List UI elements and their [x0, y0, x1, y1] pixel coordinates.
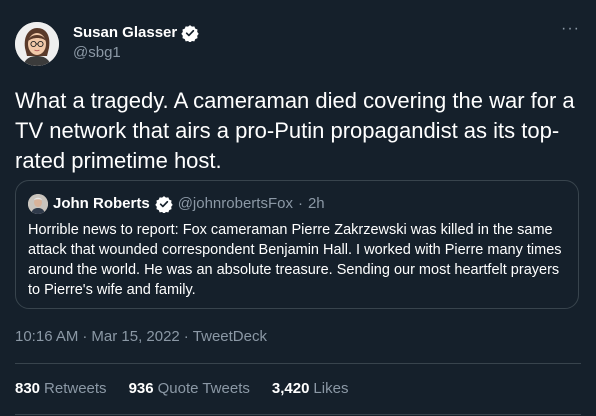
quoted-dot-separator: · — [297, 195, 303, 212]
quoted-verified-badge-icon — [154, 195, 173, 214]
quoted-author-name: John Roberts — [53, 195, 150, 212]
retweets-label: Retweets — [44, 380, 107, 397]
author-avatar[interactable] — [15, 22, 59, 66]
divider — [15, 363, 581, 364]
verified-badge-icon — [181, 24, 199, 43]
likes-count: 3,420 — [271, 380, 310, 397]
tweet-text: What a tragedy. A cameraman died coverin… — [15, 88, 575, 173]
quote-tweets-label: Quote Tweets — [157, 380, 250, 397]
quote-tweets-count: 936 — [128, 380, 154, 397]
author-handle[interactable]: @sbg1 — [73, 43, 199, 63]
author-name-row: Susan Glasser — [73, 23, 199, 43]
tweet-source[interactable]: TweetDeck — [193, 328, 267, 345]
likes-label: Likes — [313, 380, 349, 397]
tweet-card: Susan Glasser @sbg1 ··· What a tragedy. … — [0, 0, 596, 416]
avatar-illustration — [15, 22, 59, 66]
retweets-count: 830 — [15, 380, 41, 397]
engagement-stats: 830 Retweets 936 Quote Tweets 3,420 Likes — [15, 379, 348, 399]
retweets-stat[interactable]: 830 Retweets — [15, 379, 107, 399]
tweet-metadata: 10:16 AM · Mar 15, 2022 · TweetDeck — [15, 327, 267, 347]
meta-separator: · — [183, 328, 189, 345]
author-name[interactable]: Susan Glasser — [73, 23, 177, 43]
quoted-text: Horrible news to report: Fox cameraman P… — [28, 222, 562, 298]
tweet-time[interactable]: 10:16 AM — [15, 328, 78, 345]
quoted-avatar-illustration — [28, 194, 48, 214]
quoted-timestamp: 2h — [307, 195, 325, 212]
more-options-icon[interactable]: ··· — [561, 20, 580, 38]
quoted-author-handle: @johnrobertsFox — [177, 195, 293, 212]
quoted-avatar[interactable] — [28, 194, 48, 214]
likes-stat[interactable]: 3,420 Likes — [272, 379, 349, 399]
meta-separator: · — [82, 328, 88, 345]
tweet-date[interactable]: Mar 15, 2022 — [91, 328, 179, 345]
quote-tweets-stat[interactable]: 936 Quote Tweets — [129, 379, 250, 399]
author-block: Susan Glasser @sbg1 — [73, 23, 199, 63]
quoted-header: John Roberts @johnrobertsFox · 2h — [28, 194, 325, 214]
quoted-tweet[interactable]: John Roberts @johnrobertsFox · 2h Horrib… — [15, 180, 579, 309]
divider-bottom — [15, 414, 581, 415]
